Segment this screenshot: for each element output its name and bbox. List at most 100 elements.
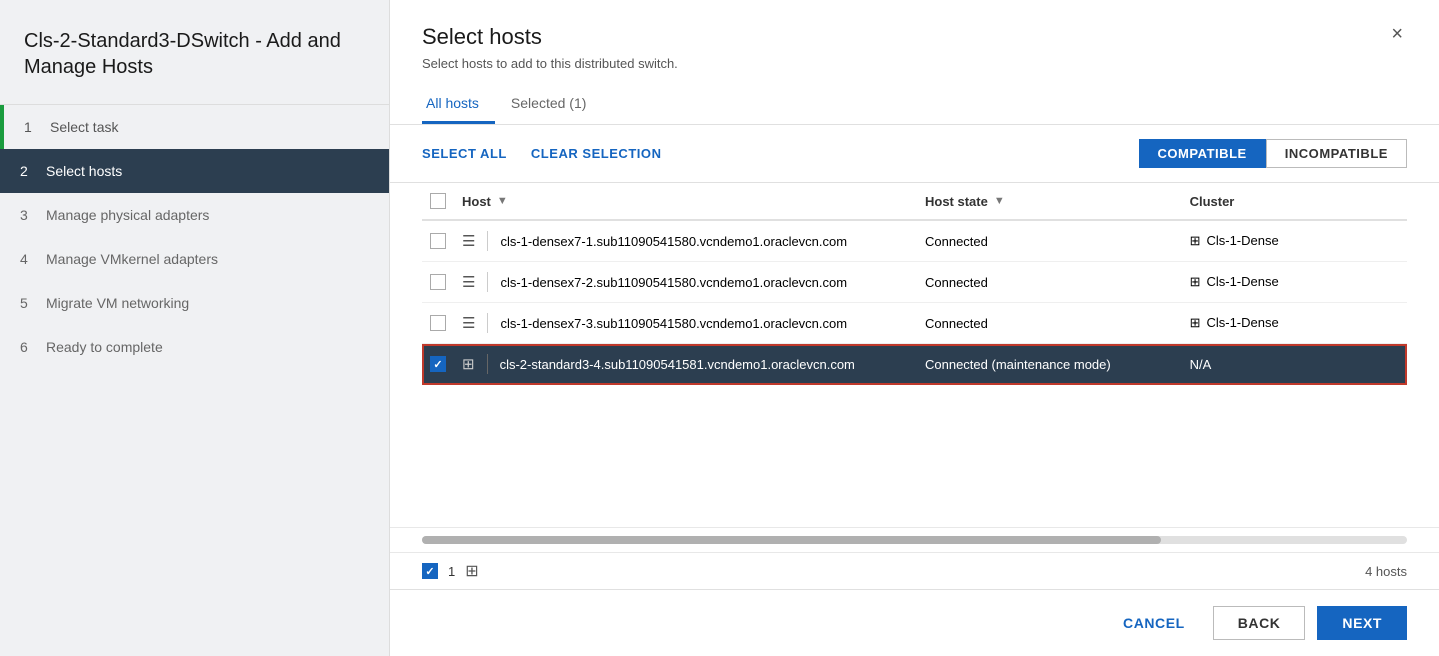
sidebar-step-5[interactable]: 5 Migrate VM networking: [0, 281, 389, 325]
host-name-1: cls-1-densex7-2.sub11090541580.vcndemo1.…: [500, 275, 847, 290]
column-toggle-icon[interactable]: ⊞: [465, 561, 478, 581]
sidebar-step-3[interactable]: 3 Manage physical adapters: [0, 193, 389, 237]
tab-all-hosts[interactable]: All hosts: [422, 87, 495, 124]
tab-selected[interactable]: Selected (1): [507, 87, 602, 124]
scrollbar-area: [390, 527, 1439, 552]
footer-left: 1 ⊞: [422, 561, 479, 581]
footer-selected-count: 1: [448, 564, 455, 579]
row-checkbox-cell-1: [422, 262, 454, 303]
sidebar-step-4[interactable]: 4 Manage VMkernel adapters: [0, 237, 389, 281]
table-row[interactable]: ⊞ cls-2-standard3-4.sub11090541581.vcndem…: [422, 344, 1407, 385]
step-number-5: 5: [20, 295, 36, 311]
cluster-icon-0: ⊞: [1190, 233, 1201, 248]
scrollbar-thumb[interactable]: [422, 536, 1161, 544]
row-host-cell-1: ☰ cls-1-densex7-2.sub11090541580.vcndemo1…: [454, 262, 917, 303]
panel-header: Select hosts × Select hosts to add to th…: [390, 0, 1439, 125]
main-panel: Select hosts × Select hosts to add to th…: [390, 0, 1439, 656]
clear-selection-button[interactable]: CLEAR SELECTION: [531, 146, 662, 161]
row-checkbox-1[interactable]: [430, 274, 446, 290]
step-label-3: Manage physical adapters: [46, 207, 209, 223]
row-divider-3: [487, 354, 488, 374]
row-host-cell-2: ☰ cls-1-densex7-3.sub11090541580.vcndemo1…: [454, 303, 917, 344]
host-name-2: cls-1-densex7-3.sub11090541580.vcndemo1.…: [500, 316, 847, 331]
row-divider-2: [487, 313, 488, 333]
step-number-1: 1: [24, 119, 40, 135]
row-divider-0: [487, 231, 488, 251]
row-state-cell-0: Connected: [917, 220, 1182, 262]
next-button[interactable]: NEXT: [1317, 606, 1407, 640]
table-row[interactable]: ☰ cls-1-densex7-3.sub11090541580.vcndemo1…: [422, 303, 1407, 344]
toolbar-left: SELECT ALL CLEAR SELECTION: [422, 146, 661, 161]
row-state-cell-3: Connected (maintenance mode): [917, 344, 1182, 385]
host-icon-0: ☰: [462, 232, 475, 250]
state-col-label: Host state: [925, 194, 988, 209]
host-icon-2: ☰: [462, 314, 475, 332]
host-col-label: Host: [462, 194, 491, 209]
row-state-cell-1: Connected: [917, 262, 1182, 303]
cluster-col-label: Cluster: [1190, 194, 1235, 209]
row-divider-1: [487, 272, 488, 292]
step-number-3: 3: [20, 207, 36, 223]
row-cluster-cell-1: ⊞ Cls-1-Dense: [1182, 262, 1407, 303]
host-name-0: cls-1-densex7-1.sub11090541580.vcndemo1.…: [500, 234, 847, 249]
step-label-2: Select hosts: [46, 163, 122, 179]
incompatible-button[interactable]: INCOMPATIBLE: [1266, 139, 1407, 168]
header-checkbox-col: [422, 183, 454, 220]
cancel-button[interactable]: CANCEL: [1107, 607, 1201, 639]
host-filter-icon[interactable]: ▼: [497, 195, 508, 207]
cluster-icon-1: ⊞: [1190, 274, 1201, 289]
row-state-cell-2: Connected: [917, 303, 1182, 344]
step-number-4: 4: [20, 251, 36, 267]
row-cluster-cell-0: ⊞ Cls-1-Dense: [1182, 220, 1407, 262]
row-host-cell-3: ⊞ cls-2-standard3-4.sub11090541581.vcndem…: [454, 344, 917, 385]
row-checkbox-3[interactable]: [430, 356, 446, 372]
footer-total-hosts: 4 hosts: [1365, 564, 1407, 579]
select-all-button[interactable]: SELECT ALL: [422, 146, 507, 161]
sidebar: Cls-2-Standard3-DSwitch - Add and Manage…: [0, 0, 390, 656]
hosts-table-container: Host ▼ Host state ▼ Cluster: [390, 183, 1439, 527]
step-number-2: 2: [20, 163, 36, 179]
toolbar-right: COMPATIBLE INCOMPATIBLE: [1139, 139, 1407, 168]
panel-subtitle: Select hosts to add to this distributed …: [422, 56, 1407, 71]
row-checkbox-cell-2: [422, 303, 454, 344]
table-body: ☰ cls-1-densex7-1.sub11090541580.vcndemo1…: [422, 220, 1407, 385]
cluster-name-0: Cls-1-Dense: [1206, 233, 1278, 248]
state-filter-icon[interactable]: ▼: [994, 195, 1005, 207]
table-row[interactable]: ☰ cls-1-densex7-1.sub11090541580.vcndemo1…: [422, 220, 1407, 262]
row-checkbox-0[interactable]: [430, 233, 446, 249]
row-checkbox-2[interactable]: [430, 315, 446, 331]
close-button[interactable]: ×: [1387, 24, 1407, 44]
table-footer: 1 ⊞ 4 hosts: [390, 552, 1439, 589]
table-header-row: Host ▼ Host state ▼ Cluster: [422, 183, 1407, 220]
tabs-bar: All hosts Selected (1): [422, 87, 1407, 124]
header-state: Host state ▼: [917, 183, 1182, 220]
compatible-button[interactable]: COMPATIBLE: [1139, 139, 1266, 168]
row-checkbox-cell-3: [422, 344, 454, 385]
step-label-4: Manage VMkernel adapters: [46, 251, 218, 267]
step-label-5: Migrate VM networking: [46, 295, 189, 311]
header-host: Host ▼: [454, 183, 917, 220]
sidebar-step-1[interactable]: 1 Select task: [0, 105, 389, 149]
hosts-table: Host ▼ Host state ▼ Cluster: [422, 183, 1407, 385]
row-checkbox-cell-0: [422, 220, 454, 262]
step-number-6: 6: [20, 339, 36, 355]
host-icon-1: ☰: [462, 273, 475, 291]
cluster-name-1: Cls-1-Dense: [1206, 274, 1278, 289]
cluster-icon-2: ⊞: [1190, 315, 1201, 330]
cluster-name-2: Cls-1-Dense: [1206, 315, 1278, 330]
header-checkbox[interactable]: [430, 193, 446, 209]
sidebar-step-2[interactable]: 2 Select hosts: [0, 149, 389, 193]
sidebar-step-6[interactable]: 6 Ready to complete: [0, 325, 389, 369]
host-icon-3: ⊞: [462, 355, 475, 373]
footer-selected-checkbox[interactable]: [422, 563, 438, 579]
scrollbar-track: [422, 536, 1407, 544]
back-button[interactable]: BACK: [1213, 606, 1306, 640]
toolbar: SELECT ALL CLEAR SELECTION COMPATIBLE IN…: [390, 125, 1439, 183]
table-row[interactable]: ☰ cls-1-densex7-2.sub11090541580.vcndemo1…: [422, 262, 1407, 303]
row-host-cell-0: ☰ cls-1-densex7-1.sub11090541580.vcndemo1…: [454, 220, 917, 262]
row-cluster-cell-2: ⊞ Cls-1-Dense: [1182, 303, 1407, 344]
sidebar-steps: 1 Select task 2 Select hosts 3 Manage ph…: [0, 105, 389, 369]
row-cluster-cell-3: N/A: [1182, 344, 1407, 385]
sidebar-title: Cls-2-Standard3-DSwitch - Add and Manage…: [0, 0, 389, 105]
host-name-3: cls-2-standard3-4.sub11090541581.vcndemo…: [500, 357, 855, 372]
